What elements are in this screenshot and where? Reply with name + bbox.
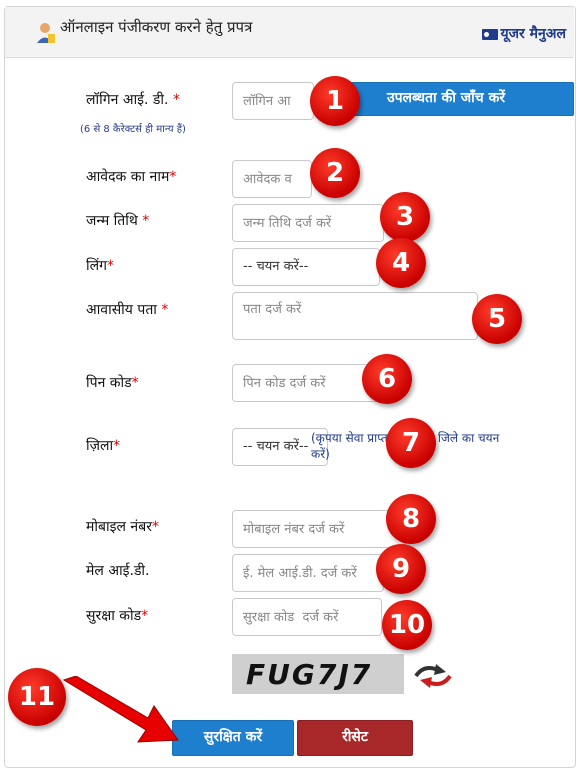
district-label: ज़िला* (86, 438, 121, 454)
applicant-name-label: आवेदक का नाम* (86, 169, 177, 185)
step-badge-10: 10 (382, 600, 432, 650)
id-card-icon (481, 28, 498, 40)
address-input[interactable] (232, 292, 478, 340)
login-id-input[interactable] (232, 82, 314, 120)
security-code-input[interactable] (232, 598, 382, 636)
step-badge-11: 11 (8, 668, 66, 726)
applicant-name-input[interactable] (232, 160, 312, 198)
step-badge-3: 3 (380, 192, 430, 242)
gender-label: लिंग* (86, 258, 114, 274)
step-badge-4: 4 (376, 238, 426, 288)
email-label: मेल आई.डी. (86, 563, 150, 579)
security-code-label: सुरक्षा कोड* (86, 608, 149, 624)
step-badge-9: 9 (376, 544, 426, 594)
pointer-arrow-icon (62, 676, 179, 743)
step-badge-2: 2 (310, 148, 360, 198)
save-button[interactable]: सुरक्षित करें (172, 720, 294, 756)
mobile-label: मोबाइल नंबर* (86, 519, 159, 535)
email-input[interactable] (232, 554, 384, 592)
captcha-text: FUG7J7 (246, 658, 373, 691)
step-badge-8: 8 (386, 494, 436, 544)
refresh-captcha-icon[interactable] (410, 662, 456, 690)
dob-label: जन्म तिथि * (86, 213, 150, 229)
step-badge-7: 7 (386, 418, 436, 468)
dob-input[interactable] (232, 204, 384, 242)
login-id-label: लॉगिन आई. डी. * (86, 92, 180, 108)
step-badge-5: 5 (472, 294, 522, 344)
reset-button[interactable]: रीसेट (297, 720, 413, 756)
login-id-note: (6 से 8 कैरेक्टर्स ही मान्य हैं) (80, 124, 186, 135)
step-badge-6: 6 (362, 354, 412, 404)
address-label: आवासीय पता * (86, 302, 169, 318)
page-title: ऑनलाइन पंजीकरण करने हेतु प्रपत्र (60, 18, 253, 36)
captcha-image: FUG7J7 (232, 654, 404, 694)
pincode-input[interactable] (232, 364, 382, 402)
user-icon (37, 23, 55, 43)
user-manual-label: यूजर मैनुअल (500, 26, 566, 42)
gender-select[interactable]: -- चयन करें-- (232, 248, 380, 286)
pincode-label: पिन कोड* (86, 375, 139, 391)
mobile-input[interactable] (232, 510, 406, 548)
step-badge-1: 1 (310, 76, 360, 126)
user-manual-link[interactable]: यूजर मैनुअल (481, 24, 566, 43)
